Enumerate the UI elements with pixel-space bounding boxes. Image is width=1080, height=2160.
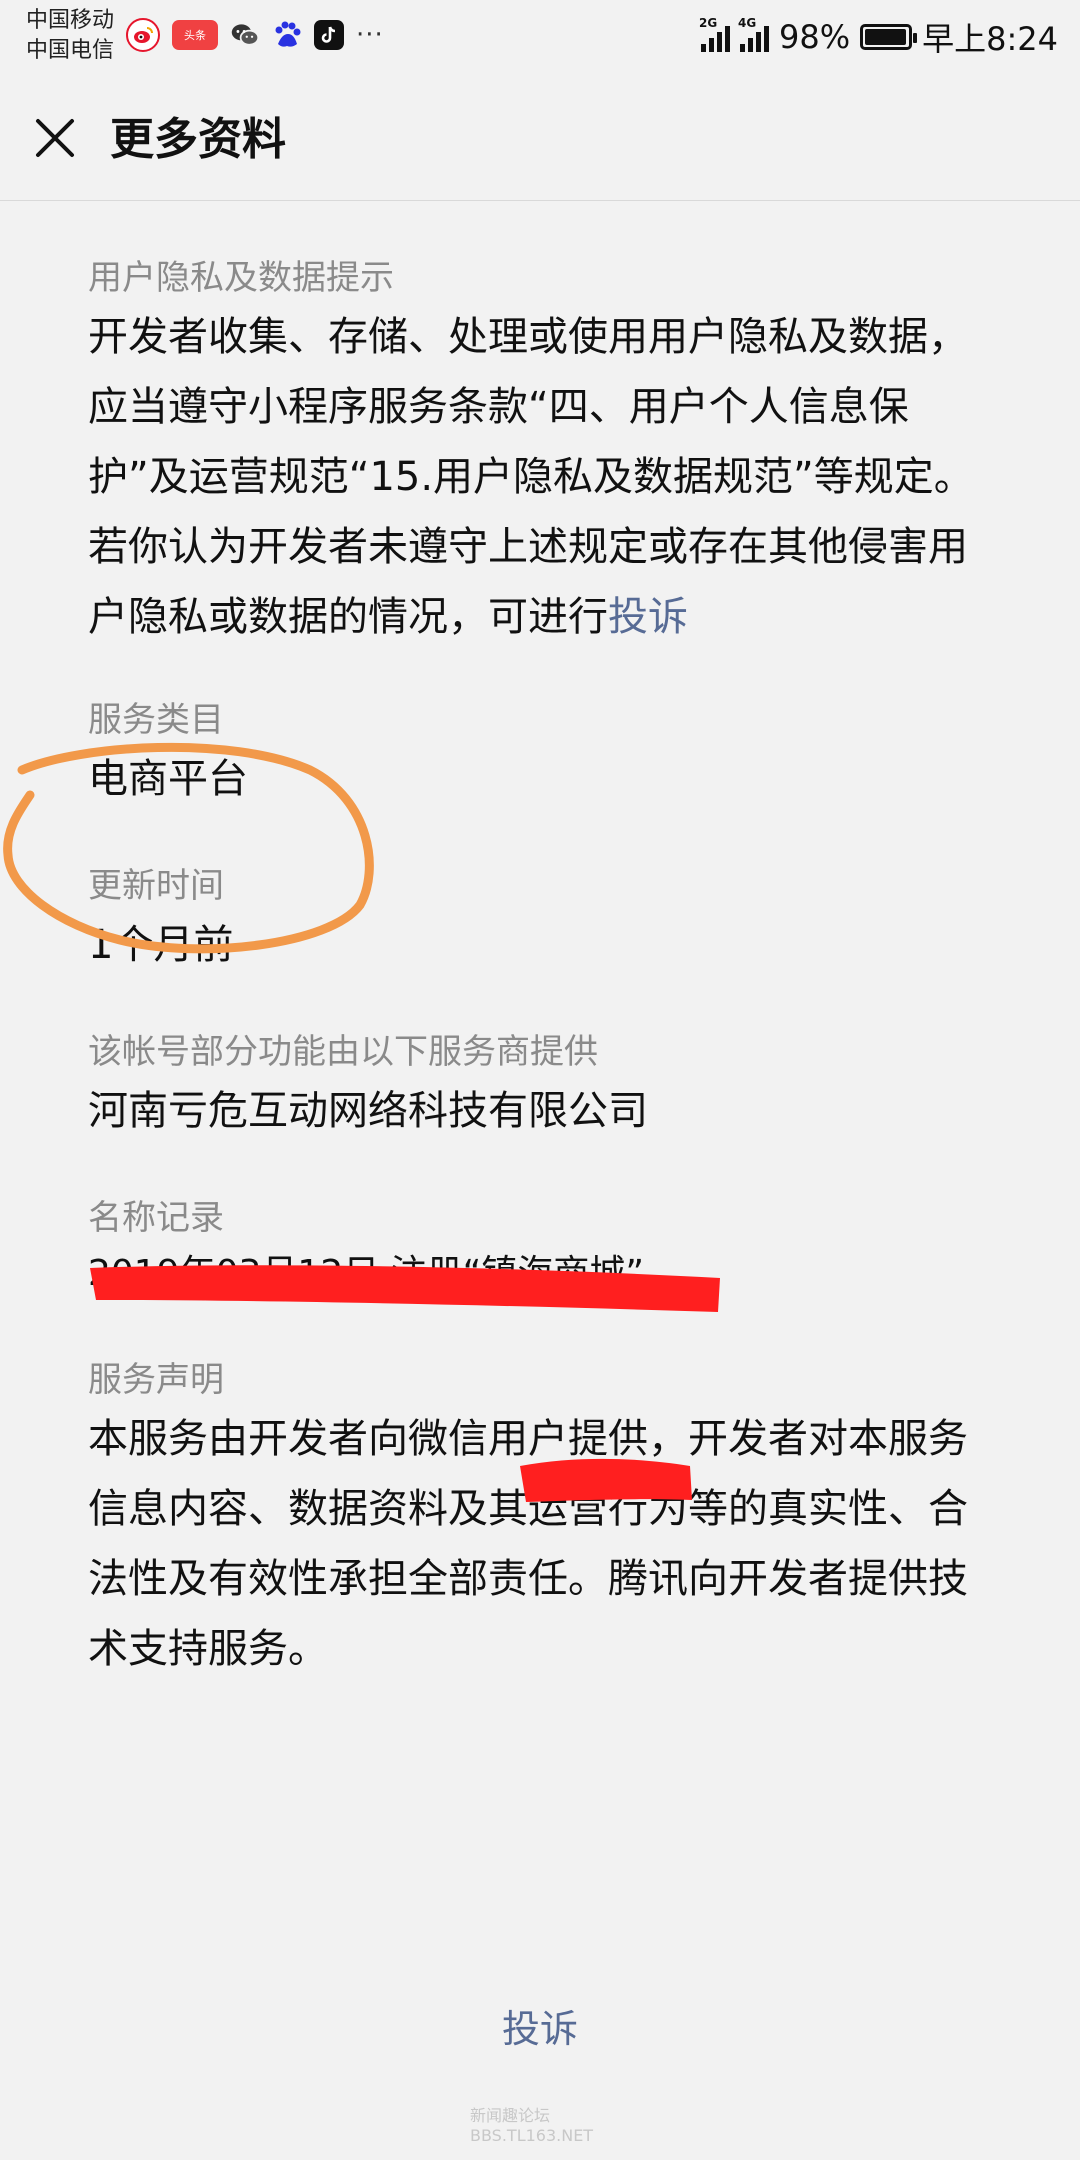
update-value: 1个月前 [88,922,234,968]
complaint-button[interactable]: 投诉 [0,1998,1080,2053]
profile-details: 用户隐私及数据提示 开发者收集、存储、处理或使用用户隐私及数据，应当遵守小程序服… [88,254,988,1720]
status-bar: 中国移动 中国电信 头条 ··· 2G 4G 98% 早上8:24 [0,0,1080,70]
signal-2g-icon: 2G [699,16,730,52]
statement-value: 本服务由开发者向微信用户提供，开发者对本服务信息内容、数据资料及其运营行为等的真… [88,1416,968,1672]
update-label: 更新时间 [88,866,224,906]
category-value: 电商平台 [88,756,248,802]
provider-label: 该帐号部分功能由以下服务商提供 [88,1032,598,1072]
update-section: 更新时间 1个月前 [88,862,988,980]
weibo-icon [126,18,160,52]
wechat-icon [230,20,260,50]
privacy-label: 用户隐私及数据提示 [88,258,394,298]
watermark-line-2: BBS.TL163.NET [470,2126,594,2145]
privacy-text: 开发者收集、存储、处理或使用用户隐私及数据，应当遵守小程序服务条款“四、用户个人… [88,314,974,640]
category-section: 服务类目 电商平台 [88,696,988,814]
close-icon [36,119,74,157]
watermark-line-1: 新闻趣论坛 [470,2106,551,2125]
name-record-value: 2019年03月12日 注册“镇海商城” [88,1253,644,1294]
tiktok-icon [314,20,344,50]
page-title: 更多资料 [110,114,286,165]
close-button[interactable] [30,113,80,163]
notification-icons: 头条 ··· [126,18,384,52]
carrier-1: 中国移动 [26,8,115,33]
privacy-complaint-link[interactable]: 投诉 [608,594,688,640]
toutiao-icon: 头条 [172,20,218,50]
name-record-label: 名称记录 [88,1198,224,1238]
privacy-section: 用户隐私及数据提示 开发者收集、存储、处理或使用用户隐私及数据，应当遵守小程序服… [88,254,988,652]
name-record-section: 名称记录 2019年03月12日 注册“镇海商城” [88,1194,988,1306]
provider-section: 该帐号部分功能由以下服务商提供 河南亏危互动网络科技有限公司 [88,1028,988,1146]
battery-percent: 98% [779,18,851,56]
battery-icon [860,24,918,50]
category-label: 服务类目 [88,700,224,740]
carrier-2: 中国电信 [26,38,115,63]
provider-value: 河南亏危互动网络科技有限公司 [88,1088,648,1134]
baidu-icon [272,20,302,50]
status-right: 2G 4G 98% 早上8:24 [699,14,1058,60]
clock: 早上8:24 [922,20,1058,58]
more-notifications-icon: ··· [356,20,384,50]
forum-watermark: 新闻趣论坛 BBS.TL163.NET [470,2106,593,2146]
nav-bar: 更多资料 [0,80,1080,201]
signal-4g-icon: 4G [738,16,769,52]
statement-section: 服务声明 本服务由开发者向微信用户提供，开发者对本服务信息内容、数据资料及其运营… [88,1356,988,1684]
carrier-info: 中国移动 中国电信 [26,6,114,66]
statement-label: 服务声明 [88,1360,224,1400]
